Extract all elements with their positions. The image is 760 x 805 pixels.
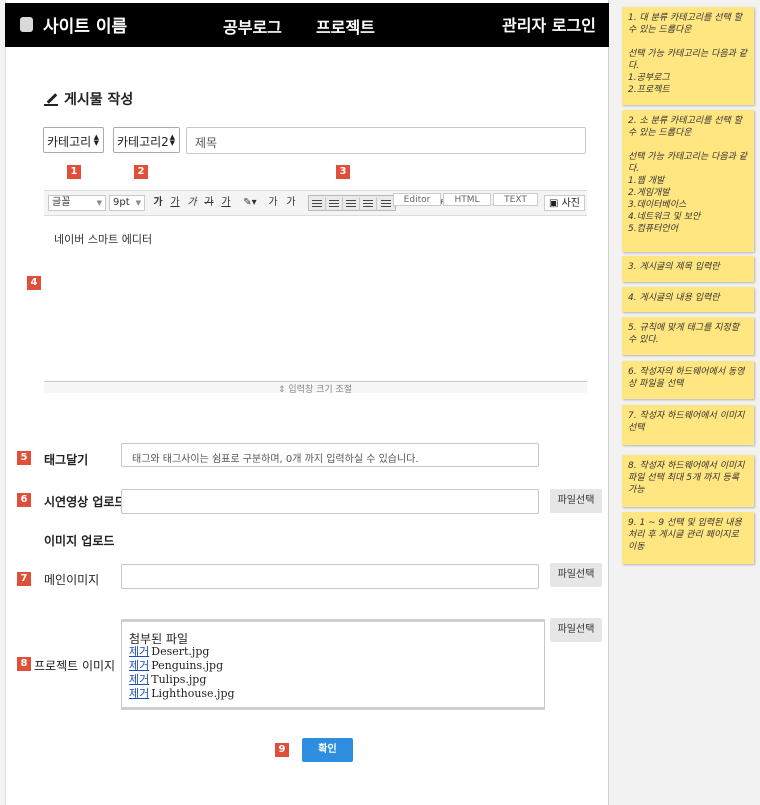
admin-login-link[interactable]: 관리자 로그인 (502, 12, 596, 36)
annotation-marker-6: 6 (17, 493, 31, 507)
remove-file-link[interactable]: 제거 (129, 659, 149, 672)
insert-photo-label: 사진 (561, 198, 580, 209)
annotation-marker-3: 3 (336, 165, 350, 179)
main-image-file-select-button[interactable]: 파일선택 (550, 563, 602, 587)
attached-file-name: Penguins.jpg (151, 659, 224, 672)
annotation-marker-1: 1 (67, 165, 81, 179)
alignment-button-group (308, 195, 396, 211)
tab-html[interactable]: HTML (443, 193, 491, 206)
align-right-icon[interactable] (343, 197, 360, 211)
remove-file-link[interactable]: 제거 (129, 673, 149, 686)
align-justify-icon[interactable] (360, 197, 377, 211)
sticky-note-9: 9. 1 ~ 9 선택 및 입력된 내용 처리 후 게시글 관리 페이지로 이동 (622, 512, 754, 564)
updown-arrow-icon: ▲ ▼ (93, 133, 99, 147)
annotation-marker-4: 4 (27, 276, 41, 290)
category-select-value: 카테고리 (47, 135, 92, 149)
font-color-button[interactable]: 가 (219, 195, 233, 211)
font-size-select[interactable]: 9pt ▼ (109, 195, 145, 211)
strikethrough-button[interactable]: 가 (202, 195, 216, 211)
nav-study-log[interactable]: 공부로그 (223, 14, 282, 38)
insert-photo-button[interactable]: ▣ 사진 (543, 195, 585, 211)
project-images-label: 프로젝트 이미지 (34, 659, 116, 673)
annotation-marker-2: 2 (134, 165, 148, 179)
sticky-note-1: 1. 대 분류 카테고리를 선택 할 수 있는 드롭다운 선택 가능 카테고리는… (622, 7, 754, 105)
dropdown-arrow-icon: ▼ (96, 199, 102, 207)
title-input[interactable]: 제목 (186, 127, 586, 154)
align-left-icon[interactable] (309, 197, 326, 211)
pencil-icon (44, 92, 58, 106)
attached-files-list: 제거 Desert.jpg 제거 Penguins.jpg 제거 Tulips.jpg… (129, 645, 235, 701)
attached-file-name: Tulips.jpg (151, 673, 207, 686)
attached-file-item: 제거 Tulips.jpg (129, 673, 235, 687)
sticky-note-4: 4. 게시글의 내용 입력란 (622, 287, 754, 312)
subscript-button[interactable]: 가 (284, 195, 298, 211)
resize-handle-label: ⇕ 입력창 크기 조절 (278, 385, 353, 395)
project-images-file-select-button[interactable]: 파일선택 (550, 618, 602, 642)
tab-text[interactable]: TEXT (493, 193, 538, 206)
line-height-icon[interactable] (377, 197, 394, 211)
image-upload-heading: 이미지 업로드 (44, 534, 115, 548)
superscript-button[interactable]: 가 (266, 195, 280, 211)
updown-arrow-icon: ▲ ▼ (169, 133, 175, 147)
annotation-marker-7: 7 (17, 572, 31, 586)
page-title-text: 게시물 작성 (64, 92, 134, 108)
tags-input-placeholder: 태그와 태그사이는 쉼표로 구분하며, 0개 까지 입력하실 수 있습니다. (132, 454, 419, 465)
italic-button[interactable]: 가 (185, 195, 199, 211)
attached-file-item: 제거 Desert.jpg (129, 645, 235, 659)
sticky-note-2: 2. 소 분류 카테고리를 선택 할 수 있는 드롭다운 선택 가능 카테고리는… (622, 110, 754, 252)
tab-editor[interactable]: Editor (393, 193, 441, 206)
dropdown-arrow-icon: ▼ (135, 199, 141, 207)
font-family-value: 글꼴 (52, 197, 71, 208)
tags-label: 태그달기 (44, 453, 89, 467)
editor-content-text: 네이버 스마트 에디터 (54, 233, 153, 246)
editor-content-area[interactable]: 네이버 스마트 에디터 (44, 217, 587, 375)
page-title: 게시물 작성 (44, 89, 133, 109)
annotation-marker-9: 9 (275, 743, 289, 757)
highlight-icon[interactable]: ✎▾ (240, 195, 260, 211)
main-image-label: 메인이미지 (44, 573, 100, 587)
attached-file-item: 제거 Penguins.jpg (129, 659, 235, 673)
video-file-select-button[interactable]: 파일선택 (550, 489, 602, 513)
attached-file-name: Lighthouse.jpg (151, 687, 235, 700)
confirm-button[interactable]: 확인 (302, 738, 353, 762)
site-logo-icon[interactable] (20, 17, 33, 32)
bold-button[interactable]: 가 (151, 195, 165, 211)
smart-editor: 글꼴▼ 9pt▼ 가 가 가 가 가 ✎▾ 가 가 » “ URL ❊ ▭ ⌕ … (44, 190, 587, 401)
remove-file-link[interactable]: 제거 (129, 687, 149, 700)
main-image-file-field[interactable] (121, 564, 539, 589)
annotation-marker-8: 8 (17, 657, 31, 671)
nav-projects[interactable]: 프로젝트 (316, 14, 375, 38)
remove-file-link[interactable]: 제거 (129, 645, 149, 658)
attached-file-item: 제거 Lighthouse.jpg (129, 687, 235, 701)
sticky-note-8: 8. 작성자 하드웨어에서 이미지 파일 선택 최대 5개 까지 등록 가능 (622, 455, 754, 507)
site-name-link[interactable]: 사이트 이름 (43, 12, 127, 37)
font-size-value: 9pt (113, 197, 130, 208)
video-upload-label: 시연영상 업로드 (44, 495, 126, 509)
underline-button[interactable]: 가 (168, 195, 182, 211)
sticky-note-3: 3. 게시글의 제목 입력란 (622, 256, 754, 282)
font-family-select[interactable]: 글꼴 ▼ (48, 195, 106, 211)
tags-input[interactable]: 태그와 태그사이는 쉼표로 구분하며, 0개 까지 입력하실 수 있습니다. (121, 443, 539, 467)
category-select[interactable]: 카테고리 ▲ ▼ (43, 127, 104, 153)
subcategory-select[interactable]: 카테고리2 ▲ ▼ (113, 127, 180, 153)
align-center-icon[interactable] (326, 197, 343, 211)
editor-mode-tabs: Editor HTML TEXT (393, 193, 540, 206)
sticky-note-5: 5. 규칙에 맞게 태그를 지정할 수 있다. (622, 317, 754, 355)
top-navigation-bar: 사이트 이름 공부로그 프로젝트 관리자 로그인 (5, 3, 609, 47)
attached-file-name: Desert.jpg (151, 645, 210, 658)
subcategory-select-value: 카테고리2 (117, 135, 169, 149)
sticky-note-6: 6. 작성자의 하드웨어에서 동영상 파일을 선택 (622, 361, 754, 399)
video-file-field[interactable] (121, 489, 539, 514)
sticky-note-7: 7. 작성자 하드웨어에서 이미지 선택 (622, 405, 754, 445)
annotation-marker-5: 5 (17, 451, 31, 465)
attached-files-box: 첨부된 파일 제거 Desert.jpg 제거 Penguins.jpg 제거 Tul… (121, 619, 545, 710)
editor-resize-bar[interactable]: ⇕ 입력창 크기 조절 (44, 381, 587, 395)
